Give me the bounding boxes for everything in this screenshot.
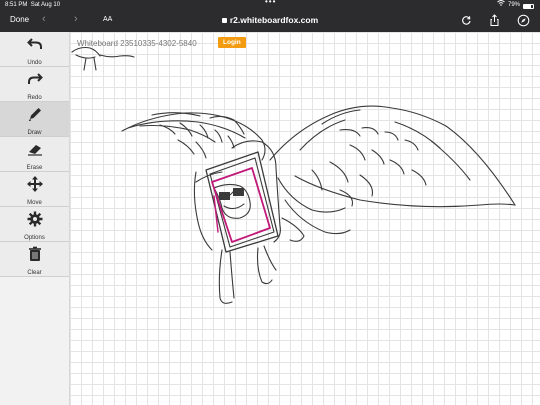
redo-button[interactable]: Redo <box>0 67 69 102</box>
gear-icon <box>27 207 43 232</box>
options-button[interactable]: Options <box>0 207 69 242</box>
lock-icon <box>221 18 227 23</box>
status-date: Sat Aug 10 <box>30 2 61 8</box>
move-icon <box>26 172 43 197</box>
options-label: Options <box>24 235 45 241</box>
redo-icon <box>27 67 43 92</box>
browser-toolbar: Done ‹ › AA r2.whiteboardfox.com <box>0 10 540 32</box>
multitask-dots[interactable]: ••• <box>265 0 276 7</box>
undo-label: Undo <box>27 60 42 66</box>
eraser-icon <box>27 137 43 162</box>
url-text: r2.whiteboardfox.com <box>229 15 319 25</box>
login-button[interactable]: Login <box>218 37 246 48</box>
erase-button[interactable]: Erase <box>0 137 69 172</box>
trash-icon <box>27 242 43 267</box>
redo-label: Redo <box>27 95 42 101</box>
pencil-icon <box>27 102 43 127</box>
clear-button[interactable]: Clear <box>0 242 69 277</box>
move-label: Move <box>27 200 42 206</box>
status-time: 8:51 PM <box>5 2 28 8</box>
erase-label: Erase <box>26 165 43 171</box>
undo-icon <box>26 32 43 57</box>
undo-button[interactable]: Undo <box>0 32 69 67</box>
reload-icon[interactable] <box>460 14 473 27</box>
tool-sidebar: Undo Redo Draw Erase Move Options Clear <box>0 32 70 405</box>
battery-percent: 79% <box>507 2 520 8</box>
board-id: Whiteboard 23510335-4302-5840 <box>77 39 197 48</box>
wifi-icon <box>497 0 505 10</box>
whiteboard-canvas[interactable] <box>70 32 540 405</box>
clear-label: Clear <box>27 270 42 276</box>
address-bar[interactable]: r2.whiteboardfox.com <box>0 15 540 25</box>
sketch-drawing <box>71 46 516 304</box>
status-bar: 8:51 PM Sat Aug 10 ••• 79% <box>0 0 540 10</box>
compass-icon[interactable] <box>517 14 530 27</box>
draw-button[interactable]: Draw <box>0 102 69 137</box>
move-button[interactable]: Move <box>0 172 69 207</box>
draw-label: Draw <box>27 130 42 136</box>
share-icon[interactable] <box>488 14 501 27</box>
battery-icon <box>523 3 534 9</box>
